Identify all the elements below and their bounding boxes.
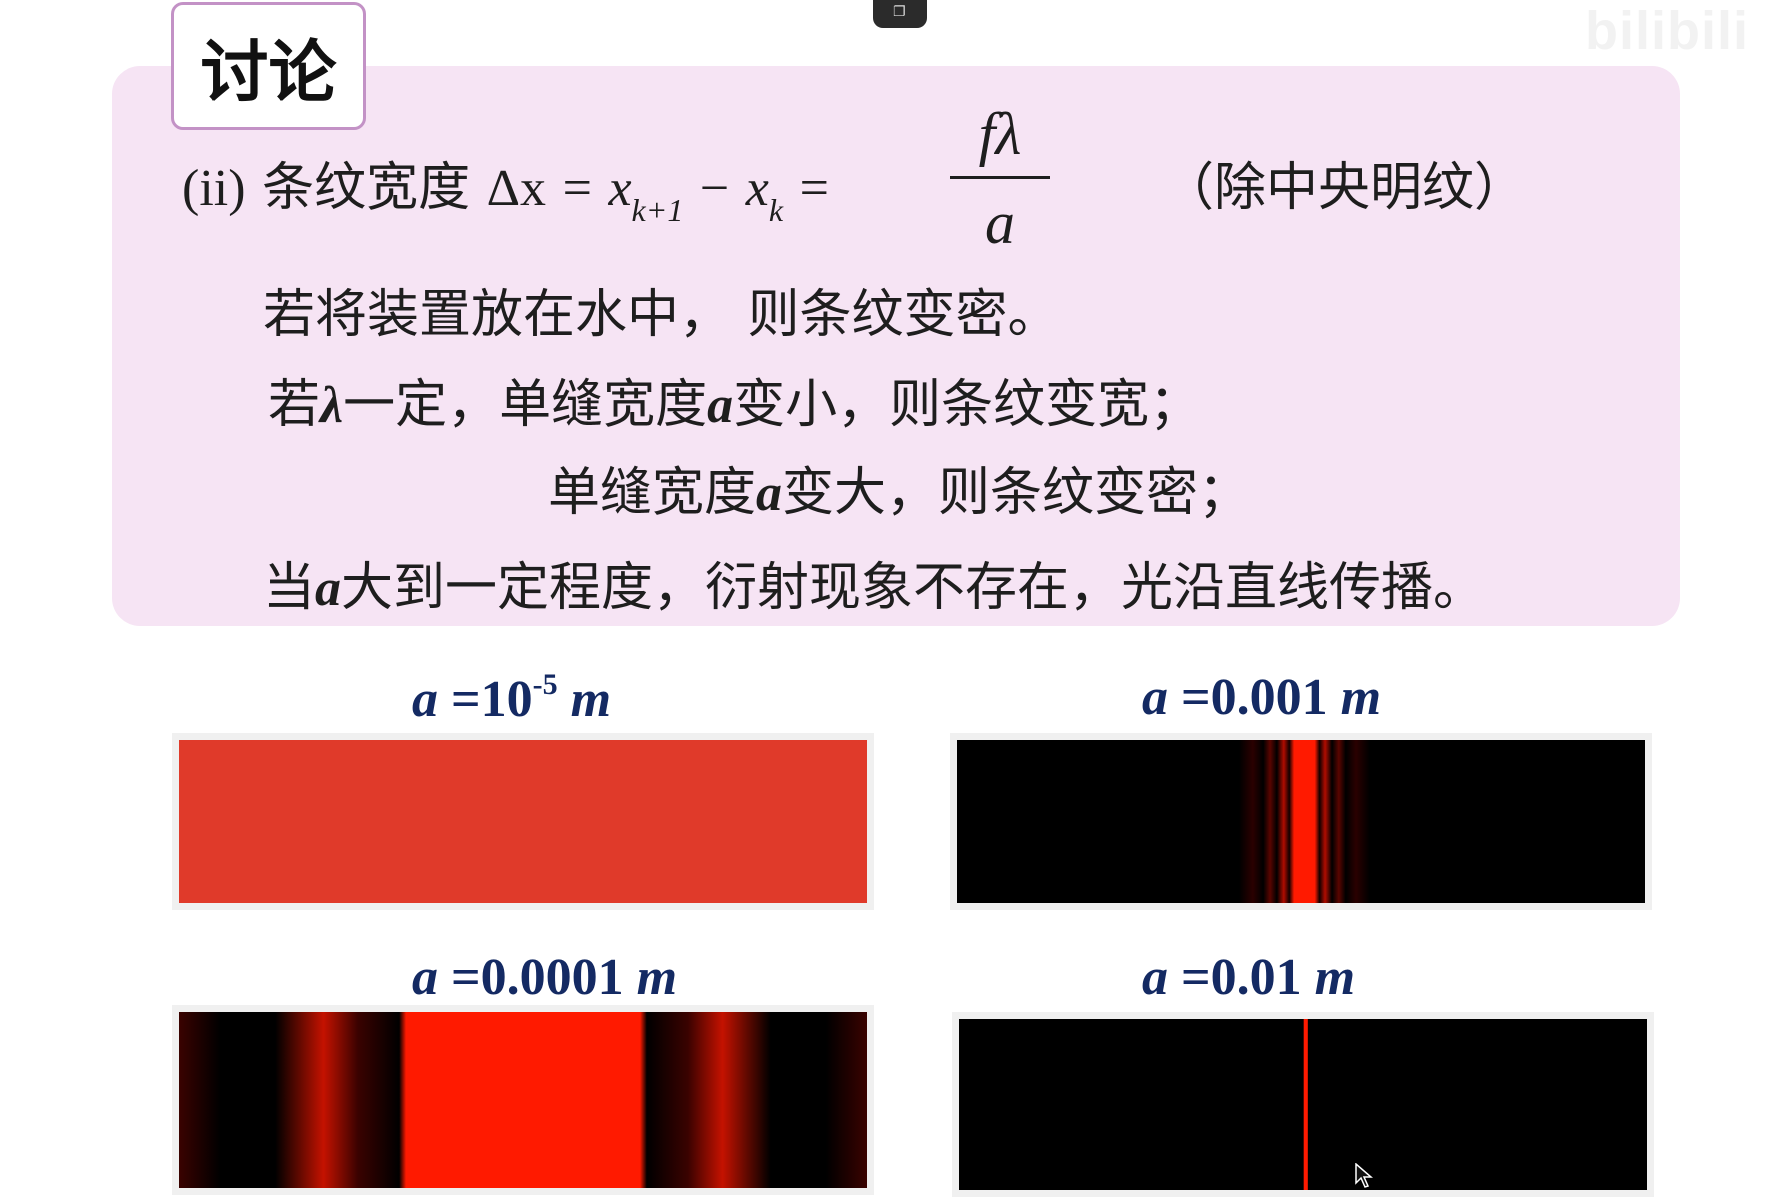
equals: = — [1168, 669, 1211, 726]
pattern-uniform — [172, 733, 874, 910]
pattern-wide-fringes — [172, 1005, 874, 1195]
pattern-geometric-line — [952, 1012, 1654, 1197]
a-symbol: a — [1142, 949, 1168, 1006]
equals: = — [438, 671, 481, 728]
wide-fringe-image — [179, 1012, 867, 1188]
value: 0.001 — [1210, 669, 1328, 726]
fringe-width-fraction: fλ a — [950, 100, 1050, 258]
delta-x: Δx — [486, 160, 547, 217]
lambda-symbol: λ — [320, 377, 344, 434]
formula-line: (ii) 条纹宽度 Δx = xk+1 − xk = — [182, 145, 829, 229]
water-line: 若将装置放在水中， 则条纹变密。 — [263, 285, 1060, 345]
pattern-narrow-fringes — [950, 733, 1652, 910]
equals-sign: = — [562, 160, 592, 217]
fraction-bar — [950, 176, 1050, 179]
mouse-cursor-icon — [1355, 1163, 1373, 1188]
discussion-heading: 讨论 — [171, 2, 366, 130]
pattern-label-2: a =0.001 m — [1142, 668, 1381, 727]
text: 大到一定程度，衍射现象不存在，光沿直线传播。 — [341, 558, 1486, 618]
text: 变小，则条纹变宽； — [733, 375, 1202, 435]
value: 0.0001 — [480, 949, 624, 1006]
single-line-image — [959, 1019, 1647, 1190]
text: 当 — [263, 558, 316, 618]
pattern-label-3: a =0.0001 m — [412, 948, 677, 1007]
equals-sign-2: = — [799, 160, 829, 217]
fraction-numerator: fλ — [978, 101, 1022, 167]
text: 变大，则条纹变密； — [782, 463, 1251, 523]
unit: m — [636, 949, 678, 1006]
large-slit-line: 单缝宽度a变大，则条纹变密； — [548, 450, 1250, 525]
a-symbol: a — [412, 949, 438, 1006]
pattern-label-4: a =0.01 m — [1142, 948, 1355, 1007]
restore-icon[interactable]: ❐ — [893, 4, 906, 20]
unit: m — [1340, 669, 1382, 726]
subscript-k: k — [768, 192, 784, 228]
x-k1: x — [608, 160, 632, 217]
formula-note: （除中央明纹） — [1162, 158, 1527, 218]
a-symbol: a — [315, 560, 342, 617]
uniform-red-field — [179, 740, 867, 903]
fraction-denominator: a — [985, 190, 1015, 256]
value: 0.01 — [1210, 949, 1302, 1006]
text: 单缝宽度 — [548, 463, 757, 523]
value: 10 — [480, 671, 533, 728]
a-symbol: a — [1142, 669, 1168, 726]
subscript-k1: k+1 — [631, 192, 684, 228]
text: 一定，单缝宽度 — [343, 375, 708, 435]
pattern-label-1: a =10-5 m — [412, 668, 611, 729]
a-symbol: a — [756, 465, 783, 522]
narrow-fringe-image — [957, 740, 1645, 903]
unit: m — [1314, 949, 1356, 1006]
geometric-optics-line: 当a大到一定程度，衍射现象不存在，光沿直线传播。 — [263, 545, 1485, 620]
formula-label: (ii) — [182, 160, 246, 217]
exponent: -5 — [532, 668, 558, 701]
minus-sign: − — [699, 160, 730, 217]
x-k: x — [745, 160, 769, 217]
small-slit-line: 若λ一定，单缝宽度a变小，则条纹变宽； — [268, 362, 1201, 437]
equals: = — [438, 949, 481, 1006]
text: 若 — [268, 375, 321, 435]
a-symbol: a — [707, 377, 734, 434]
window-drag-handle[interactable]: ❐ — [873, 0, 927, 28]
formula-text: 条纹宽度 — [262, 158, 471, 218]
watermark-logo: bilibili — [1585, 1, 1749, 61]
a-symbol: a — [412, 671, 438, 728]
equals: = — [1168, 949, 1211, 1006]
unit: m — [570, 671, 612, 728]
